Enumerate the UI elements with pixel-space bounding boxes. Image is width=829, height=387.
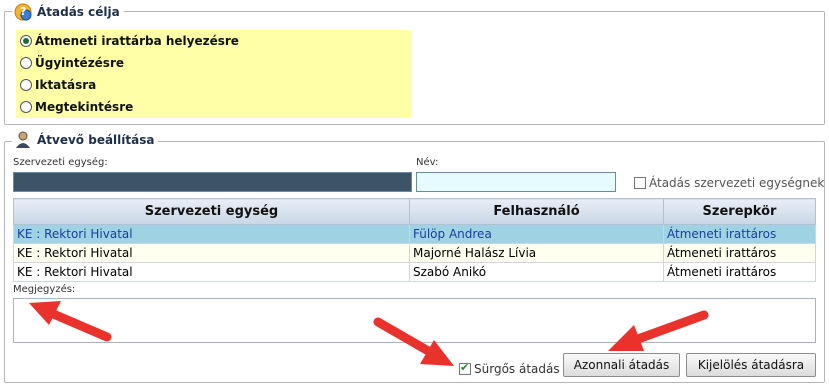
purpose-title: Átadás célja (37, 5, 120, 19)
purpose-legend: ? Átadás célja (12, 3, 124, 21)
annotation-arrow-icon (608, 310, 709, 351)
cell-user: Fülöp Andrea (409, 224, 664, 244)
org-unit-input[interactable] (13, 172, 412, 192)
cell-role: Átmeneti irattáros (663, 224, 816, 244)
purpose-radio-panel: Átmeneti irattárba helyezésre Ügyintézés… (16, 30, 411, 118)
radio-label: Ügyintézésre (35, 56, 125, 70)
recipient-table: Szervezeti egység Felhasználó Szerepkör … (13, 198, 816, 282)
help-question-icon: ? (14, 3, 32, 21)
recipient-legend: Átvevő beállítása (12, 131, 159, 149)
radio-option-registration[interactable]: Iktatásra (20, 78, 96, 92)
cell-org-unit: KE : Rektori Hivatal (13, 243, 410, 263)
name-input[interactable] (416, 172, 616, 192)
org-unit-checkbox-row[interactable]: Átadás szervezeti egységnek (634, 176, 824, 190)
urgent-checkbox-row[interactable]: Sürgős átadás (459, 361, 560, 376)
org-unit-checkbox[interactable] (634, 177, 646, 189)
table-row[interactable]: KE : Rektori Hivatal Fülöp Andrea Átmene… (13, 224, 816, 244)
cell-user: Majorné Halász Lívia (409, 243, 664, 263)
cell-role: Átmeneti irattáros (663, 262, 816, 282)
column-header-role[interactable]: Szerepkör (663, 198, 816, 225)
radio-option-administration[interactable]: Ügyintézésre (20, 56, 124, 70)
svg-text:?: ? (20, 5, 26, 18)
radio-button[interactable] (20, 101, 32, 113)
radio-label: Megtekintésre (35, 100, 134, 114)
cell-user: Szabó Anikó (409, 262, 664, 282)
radio-label: Átmeneti irattárba helyezésre (35, 34, 239, 48)
table-row[interactable]: KE : Rektori Hivatal Majorné Halász Lívi… (13, 243, 816, 263)
org-unit-label: Szervezeti egység: (13, 157, 108, 168)
column-header-org-unit[interactable]: Szervezeti egység (13, 198, 410, 225)
radio-option-view[interactable]: Megtekintésre (20, 100, 133, 114)
column-header-user[interactable]: Felhasználó (409, 198, 664, 225)
recipient-title: Átvevő beállítása (37, 133, 155, 147)
radio-option-temporary-archive[interactable]: Átmeneti irattárba helyezésre (20, 34, 239, 48)
cell-role: Átmeneti irattáros (663, 243, 816, 263)
annotation-arrow-icon (373, 317, 454, 366)
user-person-icon (14, 131, 32, 149)
note-label: Megjegyzés: (13, 284, 76, 295)
cell-org-unit: KE : Rektori Hivatal (13, 262, 410, 282)
radio-button[interactable] (20, 79, 32, 91)
name-label: Név: (416, 157, 439, 168)
annotation-arrow-icon (29, 301, 112, 342)
table-header-row: Szervezeti egység Felhasználó Szerepkör (13, 198, 816, 225)
cell-org-unit: KE : Rektori Hivatal (13, 224, 410, 244)
radio-button[interactable] (20, 57, 32, 69)
radio-button[interactable] (20, 35, 32, 47)
table-row[interactable]: KE : Rektori Hivatal Szabó Anikó Átmenet… (13, 262, 816, 282)
org-unit-checkbox-label: Átadás szervezeti egységnek (649, 176, 825, 190)
radio-label: Iktatásra (35, 78, 97, 92)
urgent-label: Sürgős átadás (474, 362, 560, 376)
